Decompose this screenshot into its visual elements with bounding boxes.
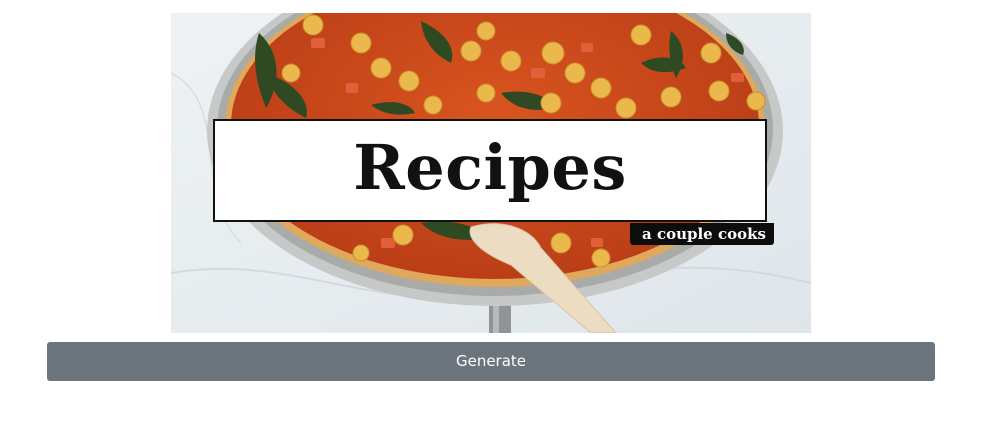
recipe-generator-page: Recipes a couple cooks Generate	[0, 0, 995, 427]
page-title: Recipes	[353, 130, 627, 204]
recipes-title-card: Recipes	[213, 119, 767, 222]
generate-button[interactable]: Generate	[47, 342, 935, 381]
recipe-hero-image: Recipes a couple cooks	[171, 13, 811, 333]
brand-label: a couple cooks	[630, 223, 774, 245]
